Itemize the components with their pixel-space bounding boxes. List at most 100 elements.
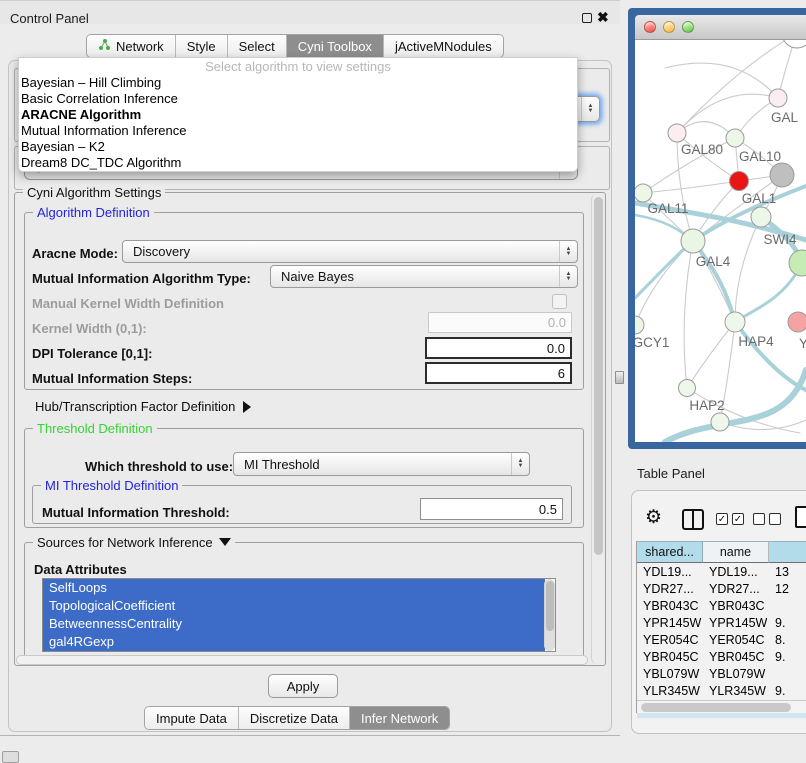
- network-node[interactable]: [730, 172, 749, 191]
- table-cell[interactable]: YDR27...: [709, 580, 767, 597]
- table-cell[interactable]: YBR045C: [709, 648, 767, 665]
- table-cell[interactable]: 13: [775, 563, 805, 580]
- mi-steps-input[interactable]: 6: [425, 362, 572, 384]
- tab-jactivemnodules[interactable]: jActiveMNodules: [384, 35, 503, 57]
- mi-steps-label: Mutual Information Steps:: [32, 371, 192, 386]
- network-node[interactable]: [725, 312, 745, 332]
- settings-scrollbar[interactable]: [591, 194, 604, 664]
- table-cell[interactable]: YDL19...: [709, 563, 767, 580]
- table-cell[interactable]: YLR345W: [643, 682, 701, 699]
- document-icon[interactable]: [795, 506, 806, 528]
- table-cell[interactable]: YBR043C: [643, 597, 701, 614]
- hide-columns-icon[interactable]: [753, 513, 781, 525]
- algorithm-option[interactable]: Bayesian – Hill Climbing: [19, 75, 577, 91]
- network-node[interactable]: [769, 89, 787, 107]
- stepper-arrows-icon: ▲▼: [559, 266, 577, 287]
- network-node[interactable]: [635, 316, 644, 334]
- network-window-titlebar[interactable]: [635, 15, 806, 40]
- tab-infer-network[interactable]: Infer Network: [350, 707, 449, 729]
- tab-select[interactable]: Select: [228, 35, 287, 57]
- data-attribute-item[interactable]: gal4RGexp: [43, 633, 545, 651]
- table-cell[interactable]: YPR145W: [643, 614, 701, 631]
- data-attributes-list[interactable]: SelfLoopsTopologicalCoefficientBetweenne…: [42, 578, 556, 652]
- table-cell[interactable]: YLR345W: [709, 682, 767, 699]
- attributes-scrollbar[interactable]: [544, 579, 555, 651]
- dpi-tolerance-input[interactable]: 0.0: [425, 337, 572, 359]
- data-attribute-item[interactable]: BetweennessCentrality: [43, 615, 545, 633]
- zoom-traffic-light-icon[interactable]: [682, 21, 694, 33]
- network-node[interactable]: [788, 312, 806, 332]
- network-node[interactable]: [679, 380, 696, 397]
- network-node[interactable]: [770, 163, 794, 187]
- manual-kernel-width-checkbox[interactable]: [552, 294, 567, 309]
- split-columns-icon[interactable]: [682, 509, 704, 530]
- table-cell[interactable]: YBL079W: [643, 665, 701, 682]
- tab-impute-data[interactable]: Impute Data: [145, 707, 239, 729]
- close-traffic-light-icon[interactable]: [644, 21, 656, 33]
- table-column-header[interactable]: [769, 541, 806, 563]
- mi-threshold-input[interactable]: 0.5: [420, 498, 563, 520]
- algorithm-option[interactable]: Basic Correlation Inference: [19, 91, 577, 107]
- tab-discretize-data[interactable]: Discretize Data: [239, 707, 350, 729]
- network-edge: [677, 94, 778, 133]
- apply-button[interactable]: Apply: [268, 674, 338, 698]
- table-cell[interactable]: YBL079W: [709, 665, 767, 682]
- table-cell[interactable]: 9.: [775, 614, 805, 631]
- network-node-label: GAL1: [742, 191, 777, 206]
- aracne-mode-select[interactable]: Discovery ▲▼: [122, 240, 578, 263]
- gear-icon[interactable]: ⚙: [645, 506, 662, 529]
- table-cell[interactable]: [775, 597, 805, 614]
- network-node[interactable]: [782, 40, 806, 48]
- table-cell[interactable]: YBR045C: [643, 648, 701, 665]
- mi-algorithm-type-select[interactable]: Naive Bayes ▲▼: [270, 265, 578, 288]
- minimize-traffic-light-icon[interactable]: [663, 21, 675, 33]
- network-node[interactable]: [751, 207, 771, 227]
- network-node[interactable]: [711, 413, 729, 431]
- table-cell[interactable]: 9.: [775, 648, 805, 665]
- table-cell[interactable]: YBR043C: [709, 597, 767, 614]
- table-column-header[interactable]: name: [703, 541, 769, 563]
- table-cell[interactable]: YER054C: [709, 631, 767, 648]
- algorithm-option[interactable]: Mutual Information Inference: [19, 123, 577, 139]
- stepper-arrows-icon: ▲▼: [559, 241, 577, 262]
- float-window-icon[interactable]: [582, 13, 592, 23]
- table-cell[interactable]: YDL19...: [643, 563, 701, 580]
- show-columns-icon[interactable]: ✓✓: [716, 513, 744, 525]
- bottom-left-button[interactable]: [2, 751, 19, 763]
- hub-definition-expander[interactable]: Hub/Transcription Factor Definition: [35, 399, 251, 414]
- data-attribute-item[interactable]: TopologicalCoefficient: [43, 597, 545, 615]
- network-node[interactable]: [726, 129, 744, 147]
- close-icon[interactable]: ✖: [597, 9, 609, 26]
- table-cell[interactable]: 12: [775, 580, 805, 597]
- table-horizontal-scrollbar-thumb[interactable]: [641, 703, 791, 712]
- settings-horizontal-scrollbar[interactable]: [16, 655, 588, 665]
- network-node[interactable]: [681, 229, 705, 253]
- table-cell[interactable]: 9.: [775, 682, 805, 699]
- table-cell[interactable]: 8.: [775, 631, 805, 648]
- tab-network[interactable]: Network: [87, 35, 176, 57]
- algorithm-option[interactable]: Bayesian – K2: [19, 139, 577, 155]
- data-attribute-item[interactable]: SelfLoops: [43, 579, 545, 597]
- network-node[interactable]: [789, 250, 806, 276]
- network-canvas[interactable]: GALGAL80GAL10GAL1GAL11SWI4GAL4GCY1HAP4YH…: [635, 40, 806, 442]
- network-node-label: SWI4: [763, 232, 796, 247]
- kernel-width-input[interactable]: 0.0: [428, 312, 572, 333]
- settings-scrollbar-thumb[interactable]: [594, 197, 603, 555]
- network-edge: [735, 322, 806, 392]
- table-horizontal-scrollbar[interactable]: [637, 700, 806, 713]
- network-node[interactable]: [668, 124, 686, 142]
- algorithm-option[interactable]: Dream8 DC_TDC Algorithm: [19, 155, 577, 171]
- which-threshold-select[interactable]: MI Threshold ▲▼: [233, 452, 530, 476]
- algorithm-option[interactable]: ARACNE Algorithm: [19, 107, 577, 123]
- expanded-arrow-icon[interactable]: [219, 538, 231, 546]
- tab-cyni-toolbox[interactable]: Cyni Toolbox: [287, 35, 384, 57]
- table-cell[interactable]: [775, 665, 805, 682]
- table-cell[interactable]: YPR145W: [709, 614, 767, 631]
- table-cell[interactable]: YDR27...: [643, 580, 701, 597]
- tab-style[interactable]: Style: [176, 35, 228, 57]
- table-cell[interactable]: YER054C: [643, 631, 701, 648]
- splitter-grip[interactable]: [615, 371, 624, 384]
- table-left-border: [636, 541, 637, 713]
- network-node[interactable]: [635, 184, 652, 202]
- table-column-header[interactable]: shared...: [637, 541, 703, 563]
